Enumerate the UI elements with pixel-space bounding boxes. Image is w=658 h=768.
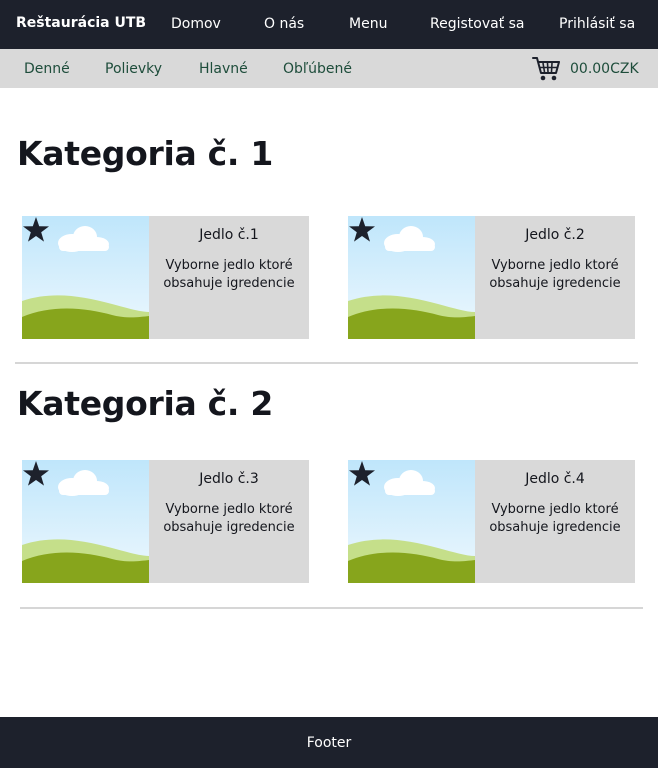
food-card[interactable]: Jedlo č.2 Vyborne jedlo ktoré obsahuje i… [348,216,635,339]
category-title: Kategoria č. 1 [17,134,273,173]
food-card[interactable]: Jedlo č.3 Vyborne jedlo ktoré obsahuje i… [22,460,309,583]
section-divider [15,362,638,364]
food-description: Vyborne jedlo ktoré obsahuje igredencie [163,502,295,535]
shopping-cart-icon[interactable] [532,55,560,82]
nav-link-prihlasit[interactable]: Prihlásiť sa [559,16,635,32]
food-title: Jedlo č.3 [199,471,259,487]
nav-link-menu[interactable]: Menu [349,16,387,32]
brand-logo-text[interactable]: Reštaurácia UTB [16,15,146,31]
top-navbar: Reštaurácia UTB Domov O nás Menu Registo… [0,0,658,49]
nav-link-o-nas[interactable]: O nás [264,16,304,32]
food-title: Jedlo č.2 [525,227,585,243]
food-description: Vyborne jedlo ktoré obsahuje igredencie [489,258,621,291]
food-image [22,216,149,339]
star-icon[interactable] [22,216,50,244]
food-description: Vyborne jedlo ktoré obsahuje igredencie [163,258,295,291]
subnav-link-hlavne[interactable]: Hlavné [199,61,248,77]
subnav-link-denne[interactable]: Denné [24,61,70,77]
star-icon[interactable] [348,460,376,488]
food-image [348,216,475,339]
subnav-link-oblubene[interactable]: Obľúbené [283,61,352,77]
category-subnav: Denné Polievky Hlavné Obľúbené 00.00CZK [0,49,658,88]
section-divider [20,607,643,609]
food-title: Jedlo č.1 [199,227,259,243]
subnav-link-polievky[interactable]: Polievky [105,61,162,77]
cart-total[interactable]: 00.00CZK [570,61,639,77]
food-card[interactable]: Jedlo č.4 Vyborne jedlo ktoré obsahuje i… [348,460,635,583]
food-title: Jedlo č.4 [525,471,585,487]
star-icon[interactable] [22,460,50,488]
footer-text: Footer [306,735,352,751]
food-image [348,460,475,583]
page-footer: Footer [0,717,658,768]
category-title: Kategoria č. 2 [17,384,273,423]
nav-link-registovat[interactable]: Registovať sa [430,16,525,32]
nav-link-domov[interactable]: Domov [171,16,221,32]
star-icon[interactable] [348,216,376,244]
food-description: Vyborne jedlo ktoré obsahuje igredencie [489,502,621,535]
food-card[interactable]: Jedlo č.1 Vyborne jedlo ktoré obsahuje i… [22,216,309,339]
food-image [22,460,149,583]
